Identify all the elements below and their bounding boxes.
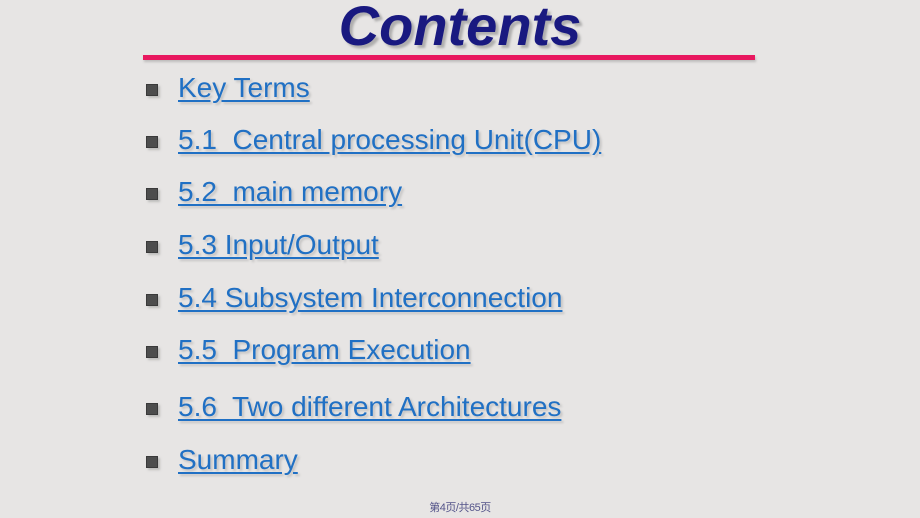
slide-footer: 第4页/共65页 bbox=[0, 498, 920, 516]
title-divider-rule bbox=[143, 55, 755, 60]
list-item[interactable]: Summary bbox=[0, 440, 920, 492]
list-item[interactable]: 5.6 Two different Architectures bbox=[0, 387, 920, 440]
page-indicator: 第4页/共65页 bbox=[429, 502, 491, 514]
contents-link-cpu[interactable]: 5.1 Central processing Unit(CPU) bbox=[178, 120, 601, 160]
contents-link-main-memory[interactable]: 5.2 main memory bbox=[178, 172, 402, 212]
contents-link-key-terms[interactable]: Key Terms bbox=[178, 68, 310, 108]
square-bullet-icon bbox=[146, 84, 158, 96]
square-bullet-icon bbox=[146, 403, 158, 415]
contents-list: Key Terms 5.1 Central processing Unit(CP… bbox=[0, 68, 920, 492]
title-block: Contents bbox=[0, 0, 920, 58]
slide-canvas: Contents Key Terms 5.1 Central processin… bbox=[0, 0, 920, 518]
square-bullet-icon bbox=[146, 241, 158, 253]
square-bullet-icon bbox=[146, 136, 158, 148]
contents-link-summary[interactable]: Summary bbox=[178, 440, 298, 480]
contents-link-two-different-architectures[interactable]: 5.6 Two different Architectures bbox=[178, 387, 561, 427]
list-item[interactable]: Key Terms bbox=[0, 68, 920, 120]
contents-link-subsystem-interconnection[interactable]: 5.4 Subsystem Interconnection bbox=[178, 278, 562, 318]
list-item[interactable]: 5.1 Central processing Unit(CPU) bbox=[0, 120, 920, 172]
contents-link-input-output[interactable]: 5.3 Input/Output bbox=[178, 225, 379, 265]
square-bullet-icon bbox=[146, 188, 158, 200]
square-bullet-icon bbox=[146, 346, 158, 358]
square-bullet-icon bbox=[146, 294, 158, 306]
square-bullet-icon bbox=[146, 456, 158, 468]
list-item[interactable]: 5.5 Program Execution bbox=[0, 330, 920, 387]
contents-link-program-execution[interactable]: 5.5 Program Execution bbox=[178, 330, 471, 370]
page-title: Contents bbox=[338, 0, 582, 57]
list-item[interactable]: 5.2 main memory bbox=[0, 172, 920, 225]
list-item[interactable]: 5.4 Subsystem Interconnection bbox=[0, 278, 920, 330]
list-item[interactable]: 5.3 Input/Output bbox=[0, 225, 920, 278]
